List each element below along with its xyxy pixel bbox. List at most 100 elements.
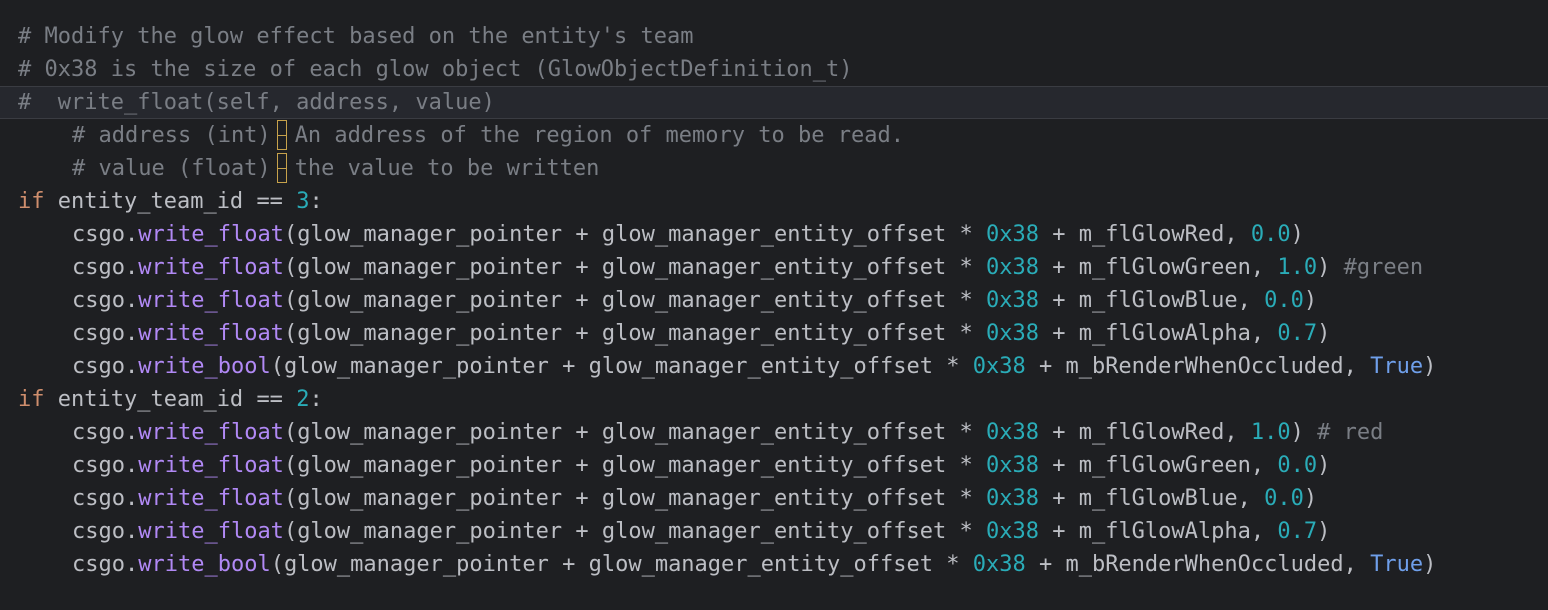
identifier: glow_manager_pointer <box>297 486 563 511</box>
operator: ( <box>283 420 298 445</box>
identifier: glow_manager_pointer <box>297 519 563 544</box>
identifier: csgo <box>72 519 125 544</box>
code-line-6: if entity_team_id == 3: <box>0 185 1548 218</box>
identifier: glow_manager_entity_offset <box>588 552 933 577</box>
operator: . <box>124 420 139 445</box>
function-name: write_bool <box>138 552 271 577</box>
operator: , <box>1343 552 1357 577</box>
operator: , <box>1343 354 1357 379</box>
operator: ( <box>283 486 298 511</box>
number: 0x38 <box>985 321 1039 346</box>
operator: ) <box>1423 552 1437 577</box>
operator: * <box>946 552 960 577</box>
function-name: write_float <box>138 288 284 313</box>
operator: ) <box>1317 255 1331 280</box>
code-editor[interactable]: # Modify the glow effect based on the en… <box>0 0 1548 610</box>
function-name: write_float <box>138 519 284 544</box>
function-name: write_bool <box>138 354 271 379</box>
code-line-15: csgo.write_float(glow_manager_pointer + … <box>0 482 1548 515</box>
operator: + <box>575 321 589 346</box>
operator: + <box>1052 222 1066 247</box>
code-line-11: csgo.write_bool(glow_manager_pointer + g… <box>0 350 1548 383</box>
comment: # value (float) <box>72 156 271 181</box>
identifier: glow_manager_entity_offset <box>601 255 947 280</box>
code-line-12: if entity_team_id == 2: <box>0 383 1548 416</box>
code-line-5: # value (float) the value to be written <box>0 152 1548 185</box>
identifier: glow_manager_entity_offset <box>588 354 933 379</box>
operator: ) <box>1317 519 1331 544</box>
operator: * <box>959 255 973 280</box>
operator: ( <box>283 288 298 313</box>
operator: ) <box>1303 288 1318 313</box>
operator: ( <box>283 222 298 247</box>
function-name: write_float <box>138 453 284 478</box>
operator: . <box>124 453 139 478</box>
operator: + <box>575 519 589 544</box>
number: 0x38 <box>985 486 1039 511</box>
operator: . <box>124 222 139 247</box>
number: 0x38 <box>985 453 1039 478</box>
operator: . <box>124 552 139 577</box>
identifier: csgo <box>72 321 125 346</box>
number: 0.0 <box>1277 453 1318 478</box>
comment: the value to be written <box>294 156 600 181</box>
number: 1.0 <box>1277 255 1318 280</box>
operator: * <box>959 222 973 247</box>
number: 0.0 <box>1264 288 1304 313</box>
identifier: glow_manager_entity_offset <box>601 486 947 511</box>
operator: + <box>1052 420 1066 445</box>
number: 0.0 <box>1264 486 1304 511</box>
operator: * <box>959 519 973 544</box>
code-line-17: csgo.write_bool(glow_manager_pointer + g… <box>0 548 1548 581</box>
operator: == <box>256 387 283 412</box>
identifier: glow_manager_pointer <box>283 354 549 379</box>
operator: . <box>124 486 139 511</box>
code-line-9: csgo.write_float(glow_manager_pointer + … <box>0 284 1548 317</box>
number: 2 <box>296 387 310 412</box>
operator: ) <box>1303 486 1318 511</box>
keyword-true: True <box>1370 354 1424 379</box>
number: 0.0 <box>1250 222 1291 247</box>
number: 0x38 <box>972 354 1026 379</box>
comment: # Modify the glow effect based on the en… <box>18 24 694 49</box>
operator: + <box>1052 486 1066 511</box>
operator: , <box>1237 288 1251 313</box>
operator: + <box>1038 354 1053 379</box>
operator: ( <box>283 321 298 346</box>
identifier: csgo <box>72 255 125 280</box>
operator: , <box>1237 486 1251 511</box>
identifier: glow_manager_pointer <box>297 255 563 280</box>
operator: ) <box>1317 453 1331 478</box>
identifier: csgo <box>72 552 125 577</box>
code-line-13: csgo.write_float(glow_manager_pointer + … <box>0 416 1548 449</box>
operator: * <box>959 288 973 313</box>
operator: == <box>256 189 283 214</box>
operator: ) <box>1290 222 1304 247</box>
identifier: csgo <box>72 288 125 313</box>
number: 0x38 <box>985 420 1039 445</box>
operator: + <box>1052 453 1066 478</box>
code-line-16: csgo.write_float(glow_manager_pointer + … <box>0 515 1548 548</box>
identifier: m_flGlowBlue <box>1078 288 1238 313</box>
comment: # 0x38 is the size of each glow object (… <box>18 57 853 82</box>
operator: * <box>959 420 973 445</box>
comment: # red <box>1317 420 1384 445</box>
operator: . <box>124 354 139 379</box>
function-name: write_float <box>138 255 284 280</box>
operator: ) <box>1317 321 1331 346</box>
operator: , <box>1224 222 1238 247</box>
operator: , <box>1224 420 1238 445</box>
number: 0x38 <box>985 519 1039 544</box>
comment: An address of the region of memory to be… <box>294 123 904 148</box>
identifier: m_flGlowRed <box>1078 222 1225 247</box>
identifier: glow_manager_entity_offset <box>601 453 947 478</box>
operator: ( <box>283 453 298 478</box>
number: 0x38 <box>972 552 1026 577</box>
operator: + <box>575 420 589 445</box>
function-name: write_float <box>138 486 284 511</box>
operator: + <box>1052 519 1066 544</box>
comment: # write_float(self, address, value) <box>18 90 495 115</box>
operator: * <box>959 321 973 346</box>
keyword-if: if <box>18 189 45 214</box>
operator: + <box>575 255 589 280</box>
